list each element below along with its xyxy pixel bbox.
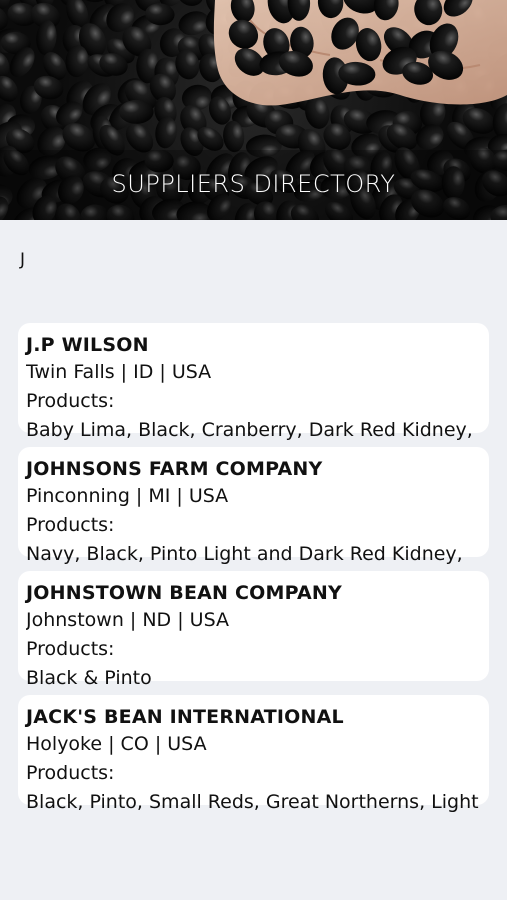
supplier-name: JOHNSONS FARM COMPANY: [26, 458, 323, 480]
alphabet-filter-letter[interactable]: J: [20, 250, 25, 270]
supplier-products: Black, Pinto, Small Reds, Great Northern…: [26, 791, 479, 813]
supplier-card[interactable]: JOHNSONS FARM COMPANY Pinconning | MI | …: [18, 447, 489, 565]
supplier-card[interactable]: J.P WILSON Twin Falls | ID | USA Product…: [18, 323, 489, 441]
supplier-products: Black & Pinto: [26, 667, 152, 689]
products-label: Products:: [26, 762, 115, 784]
supplier-products: Baby Lima, Black, Cranberry, Dark Red Ki…: [26, 419, 473, 441]
supplier-list: J.P WILSON Twin Falls | ID | USA Product…: [18, 323, 489, 819]
supplier-location: Twin Falls | ID | USA: [26, 361, 212, 383]
products-label: Products:: [26, 638, 115, 660]
supplier-products: Navy, Black, Pinto Light and Dark Red Ki…: [26, 543, 463, 565]
supplier-location: Pinconning | MI | USA: [26, 485, 229, 507]
supplier-location: Johnstown | ND | USA: [26, 609, 229, 631]
supplier-name: JACK'S BEAN INTERNATIONAL: [26, 706, 344, 728]
supplier-location: Holyoke | CO | USA: [26, 733, 207, 755]
header-banner: SUPPLIERS DIRECTORY: [0, 0, 507, 220]
page-title: SUPPLIERS DIRECTORY: [111, 170, 396, 198]
supplier-card[interactable]: JOHNSTOWN BEAN COMPANY Johnstown | ND | …: [18, 571, 489, 689]
supplier-name: J.P WILSON: [26, 334, 149, 356]
products-label: Products:: [26, 390, 115, 412]
supplier-card[interactable]: JACK'S BEAN INTERNATIONAL Holyoke | CO |…: [18, 695, 489, 813]
supplier-name: JOHNSTOWN BEAN COMPANY: [26, 582, 342, 604]
products-label: Products:: [26, 514, 115, 536]
